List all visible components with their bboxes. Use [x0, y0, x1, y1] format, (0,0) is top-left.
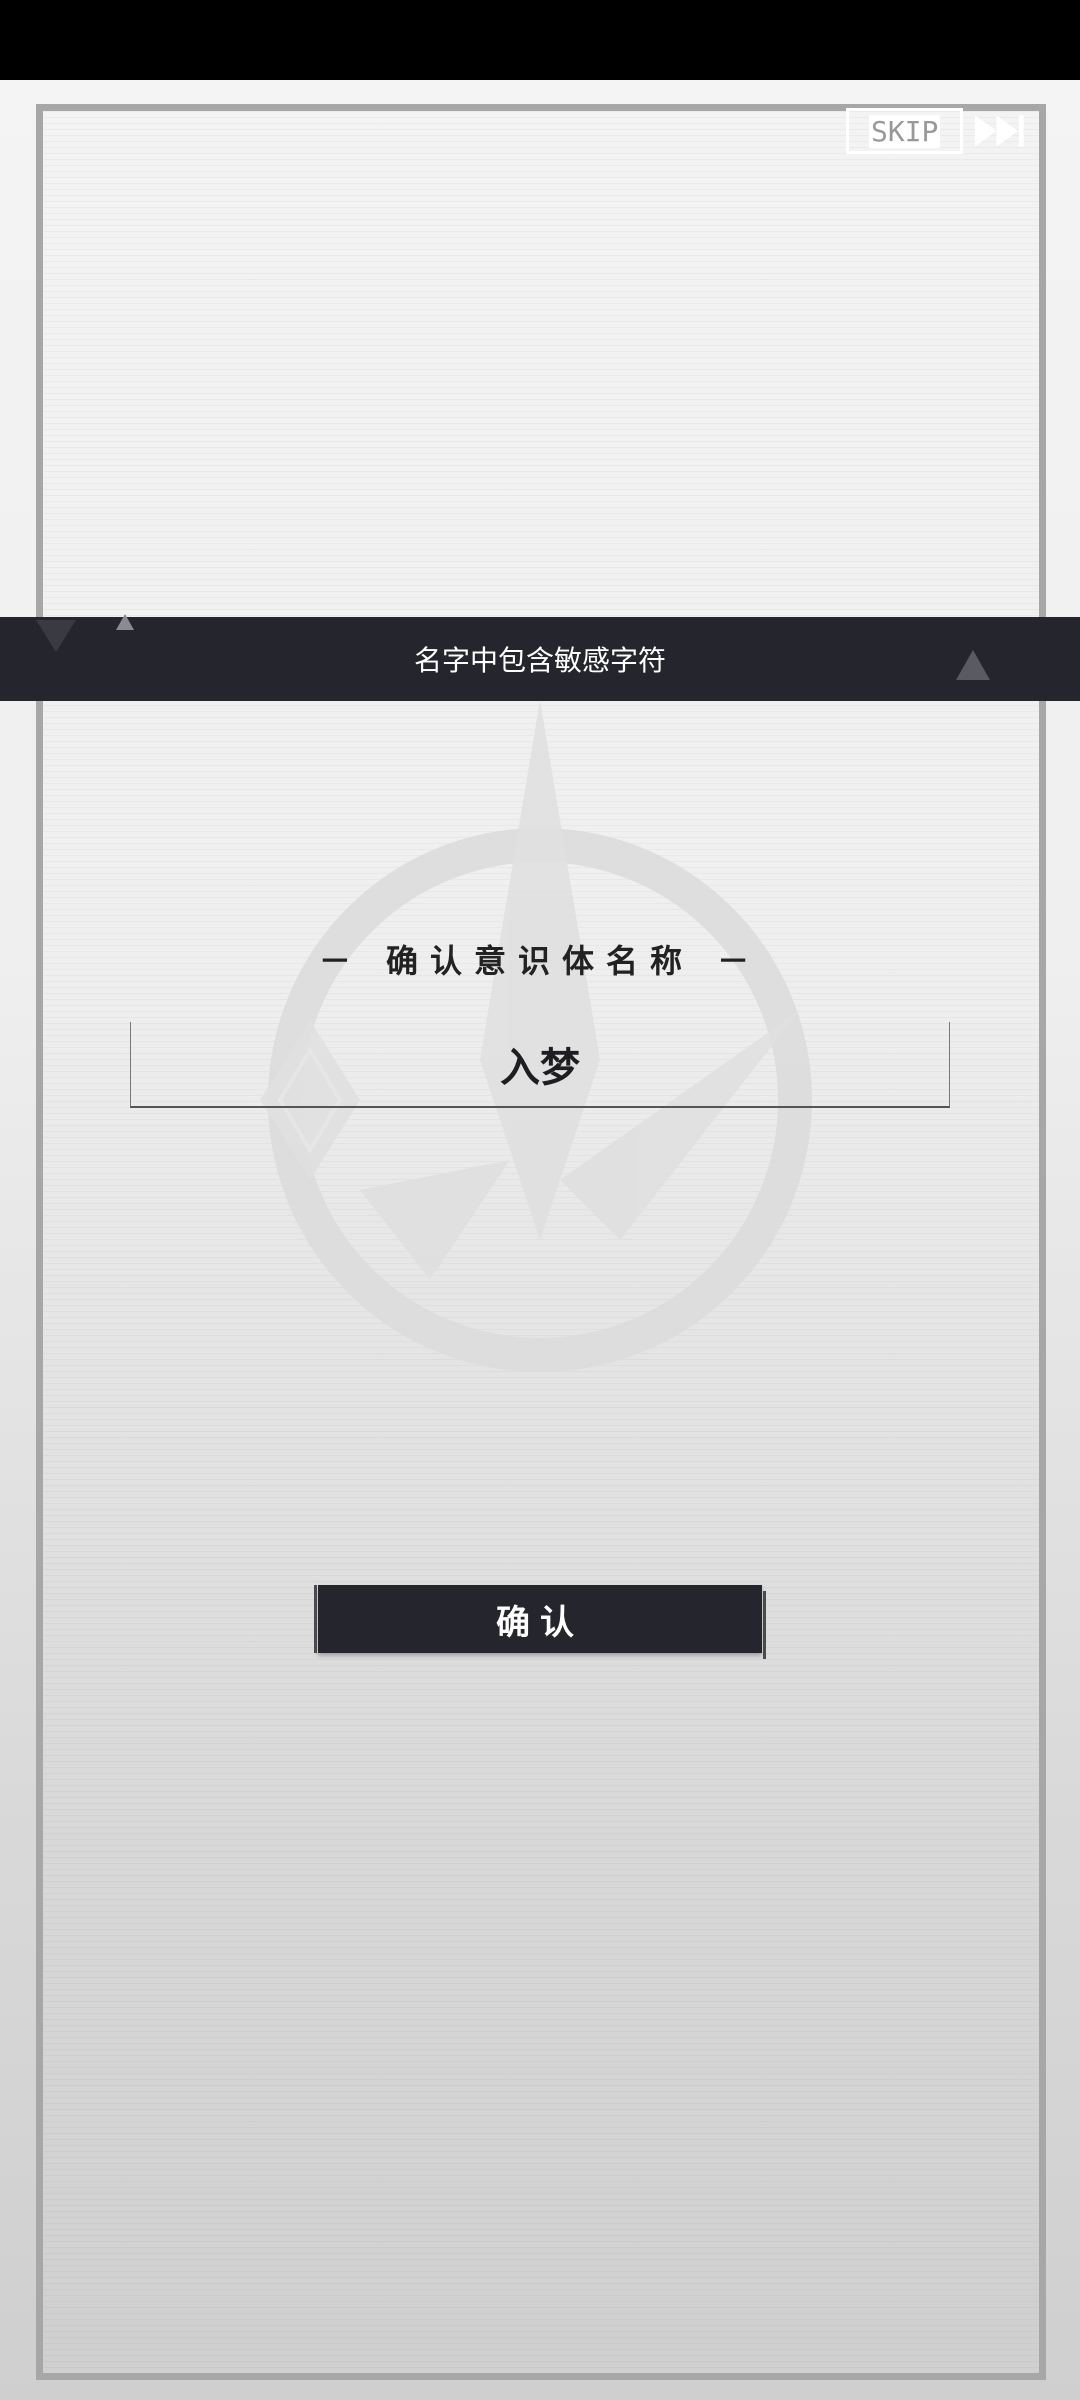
triangle-down-icon [36, 620, 76, 652]
name-value: 入梦 [500, 1045, 580, 1091]
triangle-up-icon [116, 614, 134, 630]
confirm-label: 确认 [496, 1602, 584, 1643]
skip-label: SKIP [868, 114, 941, 148]
confirm-button[interactable]: 确认 [314, 1585, 766, 1659]
status-bar [0, 0, 1080, 80]
fast-forward-icon [975, 115, 1025, 147]
name-input[interactable]: 入梦 [130, 1022, 950, 1108]
emblem-watermark [260, 700, 812, 1372]
toast-message: 名字中包含敏感字符 [413, 644, 666, 677]
skip-button[interactable]: SKIP [846, 106, 1026, 156]
error-toast: 名字中包含敏感字符 [0, 617, 1080, 701]
skip-label-box: SKIP [846, 108, 964, 154]
triangle-up-icon [956, 650, 990, 680]
dialog-title: － 确认意识体名称 － [318, 942, 762, 980]
